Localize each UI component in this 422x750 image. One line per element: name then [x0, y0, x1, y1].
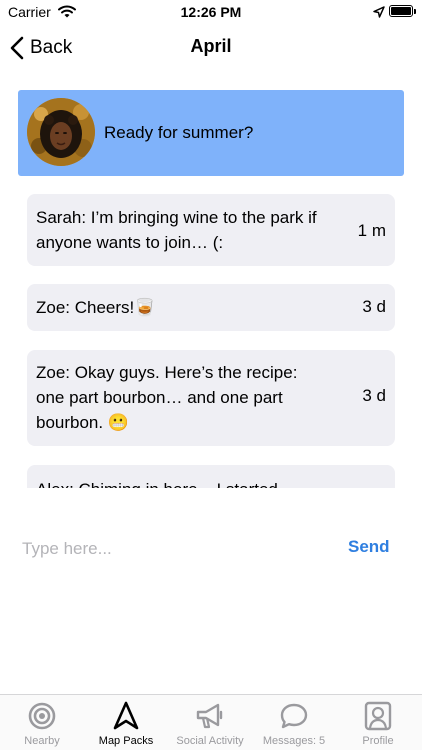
- clock: 12:26 PM: [180, 4, 242, 20]
- profile-icon: [364, 701, 392, 731]
- send-button[interactable]: Send: [348, 537, 390, 557]
- tab-label: Messages: 5: [262, 735, 326, 747]
- message-item[interactable]: Zoe: Cheers!🥃 3 d: [27, 284, 395, 331]
- location-arrow-icon: [373, 6, 385, 18]
- nearby-icon: [28, 702, 56, 730]
- pack-banner[interactable]: Ready for summer?: [18, 90, 404, 176]
- message-time: 3 d: [362, 386, 386, 405]
- message-input[interactable]: [22, 536, 322, 562]
- tab-label: Social Activity: [176, 735, 244, 747]
- message-item[interactable]: Sarah: I’m bringing wine to the park if …: [27, 194, 395, 266]
- tab-profile[interactable]: Profile: [336, 695, 420, 750]
- megaphone-icon: [196, 703, 223, 729]
- message-time: 1 m: [357, 221, 386, 240]
- tab-label: Nearby: [24, 735, 60, 747]
- message-time: 3 d: [362, 297, 386, 316]
- message-text: Sarah: I’m bringing wine to the park if …: [36, 208, 317, 252]
- message-text: Zoe: Okay guys. Here’s the recipe: one p…: [36, 363, 298, 432]
- tab-label: Map Packs: [98, 735, 154, 747]
- compose-bar: Send: [0, 528, 422, 568]
- message-list[interactable]: Sarah: I’m bringing wine to the park if …: [0, 192, 422, 488]
- battery-icon: [389, 5, 413, 17]
- map-packs-icon: [113, 701, 139, 730]
- status-bar: Carrier 12:26 PM: [0, 0, 422, 24]
- tab-label: Profile: [362, 735, 394, 747]
- chat-bubble-icon: [280, 703, 308, 729]
- avatar: [27, 98, 95, 166]
- message-item[interactable]: Zoe: Okay guys. Here’s the recipe: one p…: [27, 350, 395, 446]
- tab-social-activity[interactable]: Social Activity: [168, 695, 252, 750]
- navigation-bar: Back April: [0, 26, 422, 70]
- tab-map-packs[interactable]: Map Packs: [84, 695, 168, 750]
- tab-messages[interactable]: Messages: 5: [252, 695, 336, 750]
- page-title: April: [190, 36, 232, 56]
- message-item[interactable]: Alex: Chiming in here... I started: [27, 465, 395, 488]
- pack-title: Ready for summer?: [104, 123, 254, 142]
- message-text: Alex: Chiming in here... I started: [36, 477, 366, 488]
- tab-bar: Nearby Map Packs Social Activity Message…: [0, 694, 422, 750]
- tab-nearby[interactable]: Nearby: [0, 695, 84, 750]
- message-text: Zoe: Cheers!🥃: [36, 298, 156, 317]
